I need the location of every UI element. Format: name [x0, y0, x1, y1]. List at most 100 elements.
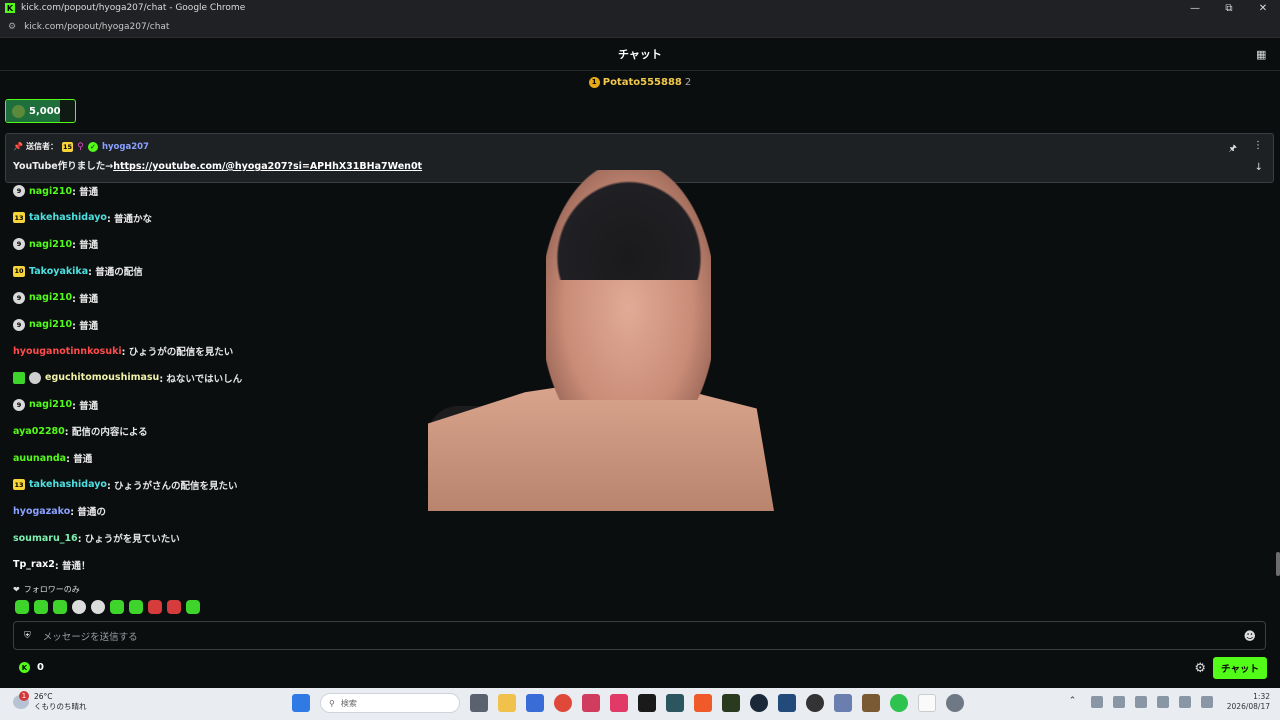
pinned-username[interactable]: hyoga207 [102, 142, 149, 152]
chat-username[interactable]: nagi210 [29, 239, 72, 250]
gift-leaderboard[interactable]: 1 Potato555888 2 [0, 72, 1280, 92]
chat-input[interactable]: ⛨ メッセージを送信する ☻ [13, 621, 1266, 650]
chat-username[interactable]: auunanda [13, 453, 66, 464]
mic-icon[interactable] [1112, 696, 1125, 708]
app-white-icon[interactable] [918, 694, 936, 712]
restore-icon[interactable]: ⧉ [1212, 0, 1246, 16]
chat-text: : ひょうがさんの配信を見たい [106, 480, 238, 492]
chat-text: : 普通の配信 [88, 267, 143, 279]
display-icon[interactable] [1178, 696, 1191, 708]
app-dark-icon[interactable] [638, 694, 656, 712]
taskbar-search[interactable]: ⚲ 検索 [320, 693, 460, 713]
brave-icon[interactable] [694, 694, 712, 712]
streamer-hair-shape [546, 170, 712, 280]
chat-username[interactable]: nagi210 [29, 186, 72, 197]
bluetooth-icon[interactable] [1134, 696, 1147, 708]
app-tray-icon[interactable] [1156, 696, 1169, 708]
weather-widget[interactable]: 1 26°C くもりのち晴れ [13, 691, 87, 712]
user-badge: 13 [13, 479, 25, 491]
chat-username[interactable]: Tp_rax2 [13, 559, 55, 570]
app-teal-icon[interactable] [666, 694, 684, 712]
obs-icon[interactable] [806, 694, 824, 712]
windows-start-icon[interactable] [292, 694, 310, 712]
site-info-icon[interactable]: ⚙ [8, 22, 16, 32]
temperature: 26°C [34, 692, 53, 701]
line-icon[interactable] [890, 694, 908, 712]
footer-points[interactable]: K 0 [19, 662, 44, 673]
shield-icon[interactable]: ⛨ [24, 631, 31, 641]
app-icon[interactable] [526, 694, 544, 712]
emote-1-icon[interactable] [15, 600, 29, 614]
clock[interactable]: 1:32 2026/08/17 [1227, 692, 1270, 712]
send-chat-button[interactable]: チャット [1213, 657, 1267, 679]
emote-8-icon[interactable] [148, 600, 162, 614]
chat-username[interactable]: hyogazako [13, 506, 70, 517]
chat-username[interactable]: eguchitomoushimasu [45, 372, 159, 383]
task-view-icon[interactable] [470, 694, 488, 712]
clock-time: 1:32 [1253, 692, 1270, 701]
volume-icon[interactable] [1200, 696, 1213, 708]
emote-7-icon[interactable] [129, 600, 143, 614]
steam-icon[interactable] [750, 694, 768, 712]
streamer-body-shape [428, 386, 774, 511]
chat-text: : 普通 [72, 293, 99, 305]
minecraft-icon[interactable] [862, 694, 880, 712]
emote-5-icon[interactable] [91, 600, 105, 614]
settings-icon[interactable] [946, 694, 964, 712]
file-explorer-icon[interactable] [498, 694, 516, 712]
tiktok-icon[interactable] [610, 694, 628, 712]
expand-down-icon[interactable]: ↓ [1255, 162, 1263, 173]
pin-icon[interactable]: 🖈 [1229, 141, 1237, 157]
kick-points-icon: K [19, 662, 30, 673]
chat-username[interactable]: Takoyakika [29, 266, 88, 277]
chat-username[interactable]: nagi210 [29, 319, 72, 330]
settings-gear-icon[interactable]: ⚙ [1194, 661, 1206, 676]
channel-points-widget[interactable]: 5,000 [5, 99, 76, 123]
emote-9-icon[interactable] [167, 600, 181, 614]
emote-2-icon[interactable] [34, 600, 48, 614]
chat-username[interactable]: nagi210 [29, 399, 72, 410]
chat-input-placeholder[interactable]: メッセージを送信する [43, 629, 138, 643]
user-badge: 13 [13, 212, 25, 224]
emote-10-icon[interactable] [186, 600, 200, 614]
url-text[interactable]: kick.com/popout/hyoga207/chat [24, 22, 169, 32]
scrollbar-thumb[interactable] [1276, 552, 1280, 576]
emote-4-icon[interactable] [72, 600, 86, 614]
app-star-icon[interactable] [834, 694, 852, 712]
leaderboard-count: 2 [684, 76, 692, 88]
user-badge: 9 [13, 238, 25, 251]
chat-username[interactable]: aya02280 [13, 426, 65, 437]
pin-small-icon: 📌 [13, 142, 23, 151]
chat-text: : 普通の [70, 507, 106, 519]
minimize-icon[interactable]: — [1178, 0, 1212, 16]
user-avatar-icon [29, 371, 41, 384]
pinned-sender-row: 📌 送信者： 15 ⚲ ✓ hyoga207 [13, 141, 149, 152]
onedrive-icon[interactable] [1090, 696, 1103, 708]
chat-username[interactable]: hyouganotinnkosuki [13, 346, 122, 357]
chat-text: : 普通！ [54, 560, 91, 572]
close-icon[interactable]: ✕ [1246, 0, 1280, 16]
subscriber-badge: 15 [61, 141, 73, 152]
chat-message: hyouganotinnkosuki: ひょうがの配信を見たい [13, 344, 233, 359]
users-icon[interactable]: ▦ [1256, 48, 1268, 61]
chat-username[interactable]: soumaru_16 [13, 533, 78, 544]
more-options-icon[interactable]: ⋮ [1253, 140, 1263, 151]
chat-username[interactable]: takehashidayo [29, 212, 107, 223]
chrome-icon[interactable] [554, 694, 572, 712]
chat-message: auunanda: 普通 [13, 451, 92, 466]
chat-username[interactable]: nagi210 [29, 292, 72, 303]
address-bar[interactable]: ⚙ kick.com/popout/hyoga207/chat [0, 16, 1280, 38]
app-blue-icon[interactable] [778, 694, 796, 712]
chevron-up-icon[interactable]: ⌃ [1069, 696, 1081, 708]
app-green-icon[interactable] [722, 694, 740, 712]
emote-6-icon[interactable] [110, 600, 124, 614]
user-badge: 9 [13, 398, 25, 411]
emoji-icon[interactable]: ☻ [1243, 629, 1256, 643]
chat-username[interactable]: takehashidayo [29, 479, 107, 490]
user-badge: 9 [13, 318, 25, 331]
leaderboard-name[interactable]: Potato555888 [603, 77, 682, 88]
pinned-link[interactable]: https://youtube.com/@hyoga207?si=APHhX31… [113, 161, 422, 172]
footer-points-value: 0 [37, 662, 44, 673]
emote-3-icon[interactable] [53, 600, 67, 614]
app-red-icon[interactable] [582, 694, 600, 712]
